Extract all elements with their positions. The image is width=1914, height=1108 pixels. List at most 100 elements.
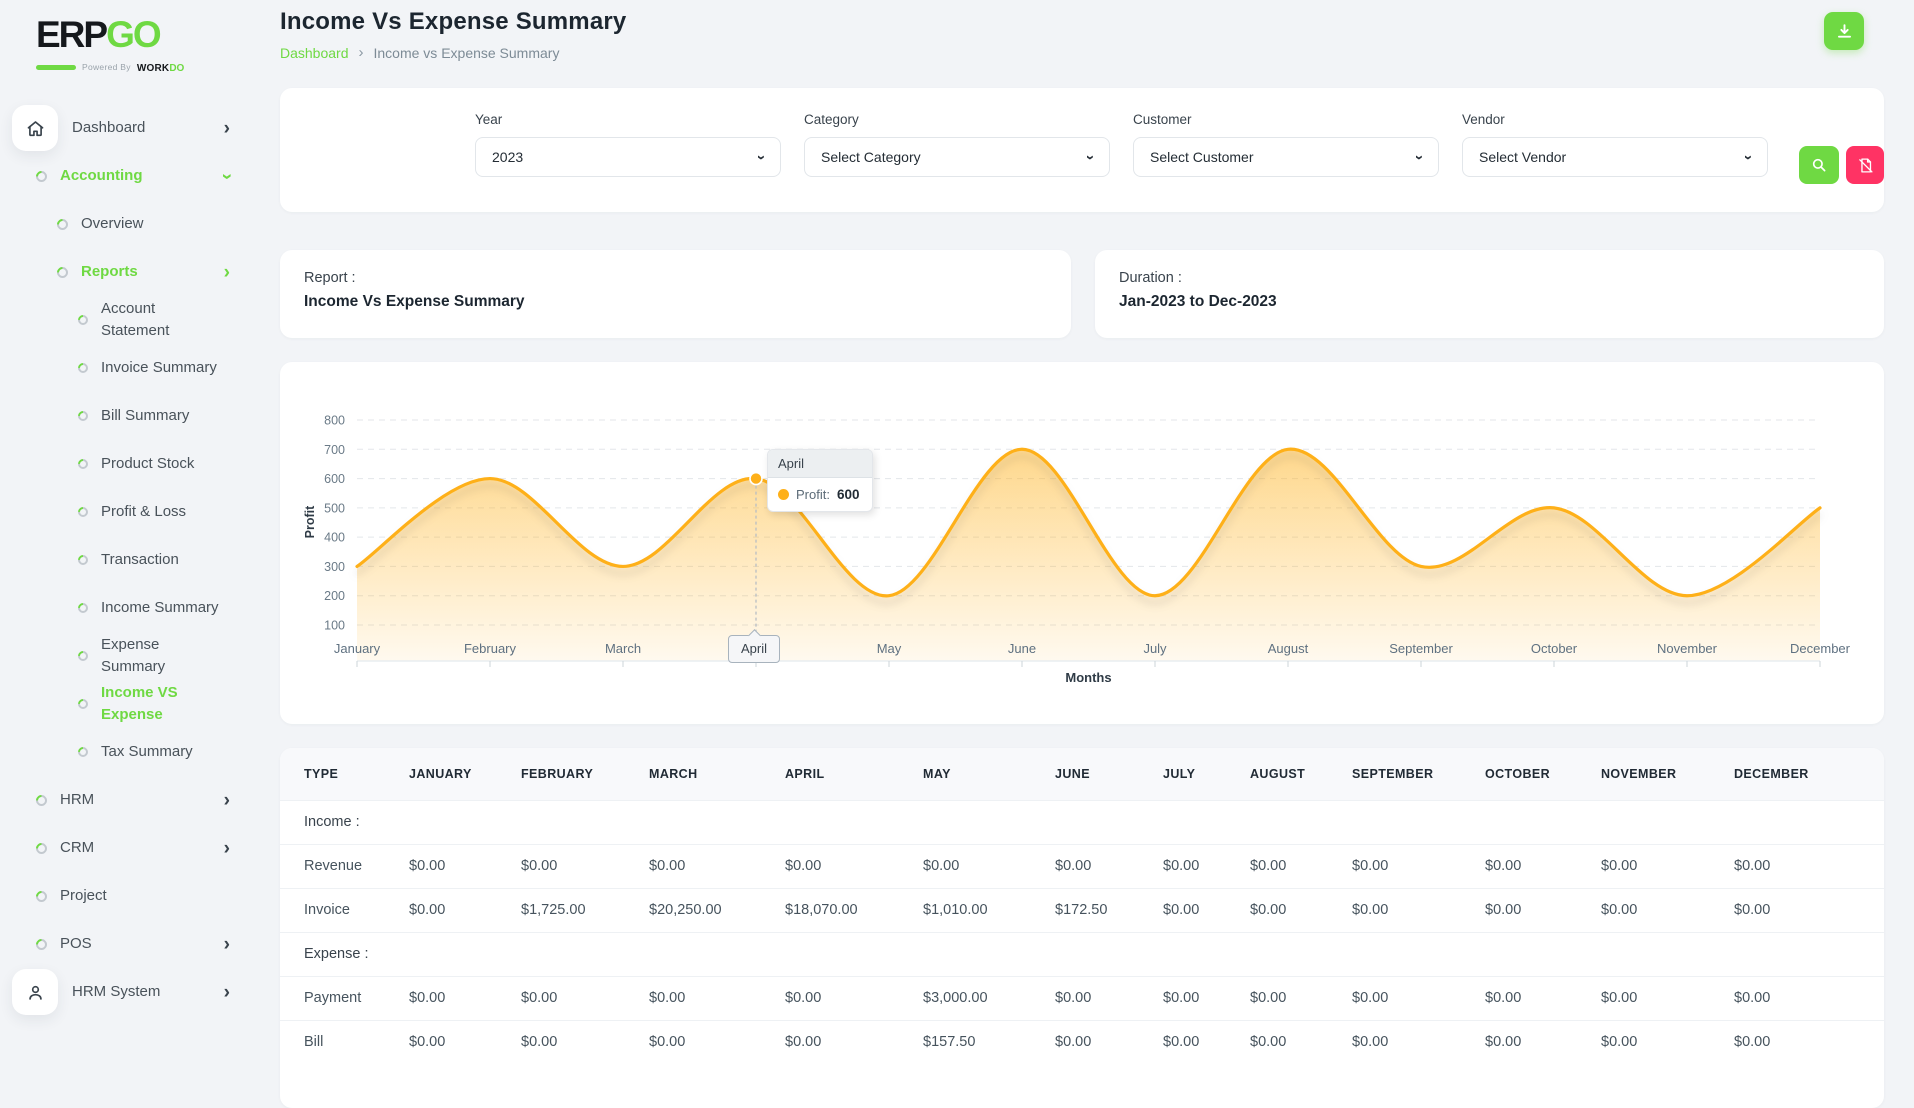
sidebar-item-bill-summary[interactable]: Bill Summary: [0, 392, 258, 440]
chevron-right-icon: ›: [223, 261, 230, 283]
amount-cell: $20,250.00: [641, 887, 777, 932]
amount-cell: $0.00: [1477, 1019, 1593, 1064]
sidebar-item-overview[interactable]: Overview: [0, 200, 258, 248]
sidebar-item-accounting[interactable]: Accounting ›: [0, 152, 258, 200]
amount-cell: $0.00: [1242, 1019, 1344, 1064]
sidebar: ERP GO Powered By WORKDO Dashboard › Accoun…: [0, 0, 258, 1080]
year-select-value: 2023: [492, 149, 524, 165]
bullet-ring-icon: [33, 168, 50, 184]
amount-cell: $172.50: [1047, 887, 1155, 932]
amount-cell: $1,725.00: [513, 887, 641, 932]
y-tick-label: 100: [324, 619, 345, 633]
amount-cell: $0.00: [1726, 887, 1884, 932]
amount-cell: $157.50: [915, 1019, 1047, 1064]
sidebar-item-project[interactable]: Project: [0, 872, 258, 920]
bullet-ring-icon: [75, 552, 91, 568]
reset-filter-button[interactable]: [1846, 146, 1884, 184]
chart-tooltip-title: April: [768, 450, 872, 478]
sidebar-item-profit-loss[interactable]: Profit & Loss: [0, 488, 258, 536]
table-row: Invoice $0.00 $1,725.00 $20,250.00 $18,070.0…: [280, 887, 1884, 932]
amount-cell: $0.00: [1047, 975, 1155, 1020]
table-section-row: Expense :: [280, 931, 1884, 976]
sidebar-item-crm[interactable]: CRM ›: [0, 824, 258, 872]
category-select-value: Select Category: [821, 149, 921, 165]
amount-cell: $0.00: [401, 843, 513, 888]
amount-cell: $0.00: [1047, 843, 1155, 888]
sidebar-item-invoice-summary[interactable]: Invoice Summary: [0, 344, 258, 392]
sidebar-item-label: CRM: [60, 839, 95, 857]
sidebar-item-account-statement[interactable]: Account Statement: [0, 296, 258, 344]
amount-cell: $0.00: [1477, 887, 1593, 932]
table-header-cell: TYPE: [280, 748, 401, 800]
download-button[interactable]: [1824, 12, 1864, 50]
amount-cell: $0.00: [641, 843, 777, 888]
row-type-cell: Invoice: [280, 887, 401, 932]
sidebar-item-label: Profit & Loss: [101, 503, 187, 521]
amount-cell: $0.00: [1047, 1019, 1155, 1064]
bullet-ring-icon: [75, 312, 91, 328]
bullet-ring-icon: [33, 936, 50, 952]
table-header-cell: JUNE: [1047, 748, 1155, 800]
sidebar-item-reports[interactable]: Reports ›: [0, 248, 258, 296]
table-header-cell: MAY: [915, 748, 1047, 800]
amount-cell: $3,000.00: [915, 975, 1047, 1020]
sidebar-item-dashboard[interactable]: Dashboard ›: [0, 104, 258, 152]
table-section-row: Income :: [280, 799, 1884, 844]
amount-cell: $0.00: [1593, 887, 1726, 932]
chevron-right-icon: ›: [223, 933, 230, 955]
vendor-select-field: Vendor Select Vendor ›: [1462, 112, 1768, 177]
sidebar-item-label: Expense Summary: [101, 636, 166, 675]
sidebar-item-product-stock[interactable]: Product Stock: [0, 440, 258, 488]
sidebar-item-label: Income VS Expense: [101, 684, 178, 723]
sidebar-item-label: Tax Summary: [101, 743, 193, 761]
row-type-cell: Revenue: [280, 843, 401, 888]
page: ERP GO Powered By WORKDO Dashboard › Accoun…: [0, 0, 1914, 1108]
erpgo-logo[interactable]: ERP GO: [36, 14, 258, 56]
sidebar-item-label: Product Stock: [101, 455, 195, 473]
amount-cell: $0.00: [1155, 1019, 1242, 1064]
sidebar-item-pos[interactable]: POS ›: [0, 920, 258, 968]
chart-tooltip: April Profit: 600: [767, 449, 873, 512]
bullet-ring-icon: [54, 216, 71, 232]
sidebar-item-label: HRM System: [72, 983, 161, 1001]
amount-cell: $0.00: [401, 975, 513, 1020]
x-tick-label: December: [1790, 641, 1851, 656]
sidebar-item-label: Income Summary: [101, 599, 219, 617]
area-fill: [357, 449, 1820, 661]
year-select[interactable]: 2023 ›: [475, 137, 781, 177]
profit-area-chart[interactable]: 800 700 600 500 400 300 200 100 January February M…: [280, 362, 1884, 724]
bullet-ring-icon: [75, 696, 91, 712]
sidebar-item-label: HRM: [60, 791, 95, 809]
vendor-select-label: Vendor: [1462, 112, 1505, 127]
xaxis-hover-chip: April: [728, 635, 781, 663]
chevron-right-icon: ›: [223, 981, 230, 1003]
amount-cell: $0.00: [513, 975, 641, 1020]
report-value: Income Vs Expense Summary: [304, 293, 525, 310]
sidebar-item-hrm-system[interactable]: HRM System ›: [0, 968, 258, 1016]
sidebar-item-expense-summary[interactable]: Expense Summary: [0, 632, 258, 680]
table-section-label: Expense :: [280, 931, 1884, 976]
sidebar-item-tax-summary[interactable]: Tax Summary: [0, 728, 258, 776]
breadcrumb-dashboard-link[interactable]: Dashboard: [280, 45, 349, 61]
vendor-select[interactable]: Select Vendor ›: [1462, 137, 1768, 177]
customer-select-value: Select Customer: [1150, 149, 1254, 165]
amount-cell: $0.00: [1242, 843, 1344, 888]
duration-label: Duration :: [1119, 270, 1182, 286]
sidebar-item-income-vs-expense[interactable]: Income VS Expense: [0, 680, 258, 728]
search-button[interactable]: [1799, 146, 1839, 184]
chevron-down-icon: ›: [1082, 154, 1099, 160]
bullet-ring-icon: [54, 264, 71, 280]
x-tick-label: February: [464, 641, 517, 656]
profit-chart-card: 800 700 600 500 400 300 200 100 January February M…: [280, 362, 1884, 724]
sidebar-item-hrm[interactable]: HRM ›: [0, 776, 258, 824]
amount-cell: $0.00: [777, 975, 915, 1020]
sidebar-item-income-summary[interactable]: Income Summary: [0, 584, 258, 632]
category-select[interactable]: Select Category ›: [804, 137, 1110, 177]
amount-cell: $0.00: [1477, 975, 1593, 1020]
table-row: Revenue $0.00 $0.00 $0.00 $0.00 $0.00 $0.00 $0.…: [280, 843, 1884, 888]
customer-select[interactable]: Select Customer ›: [1133, 137, 1439, 177]
customer-select-field: Customer Select Customer ›: [1133, 112, 1439, 177]
sidebar-item-transaction[interactable]: Transaction: [0, 536, 258, 584]
duration-card: Duration : Jan-2023 to Dec-2023: [1095, 250, 1884, 338]
x-tick-label: May: [877, 641, 902, 656]
